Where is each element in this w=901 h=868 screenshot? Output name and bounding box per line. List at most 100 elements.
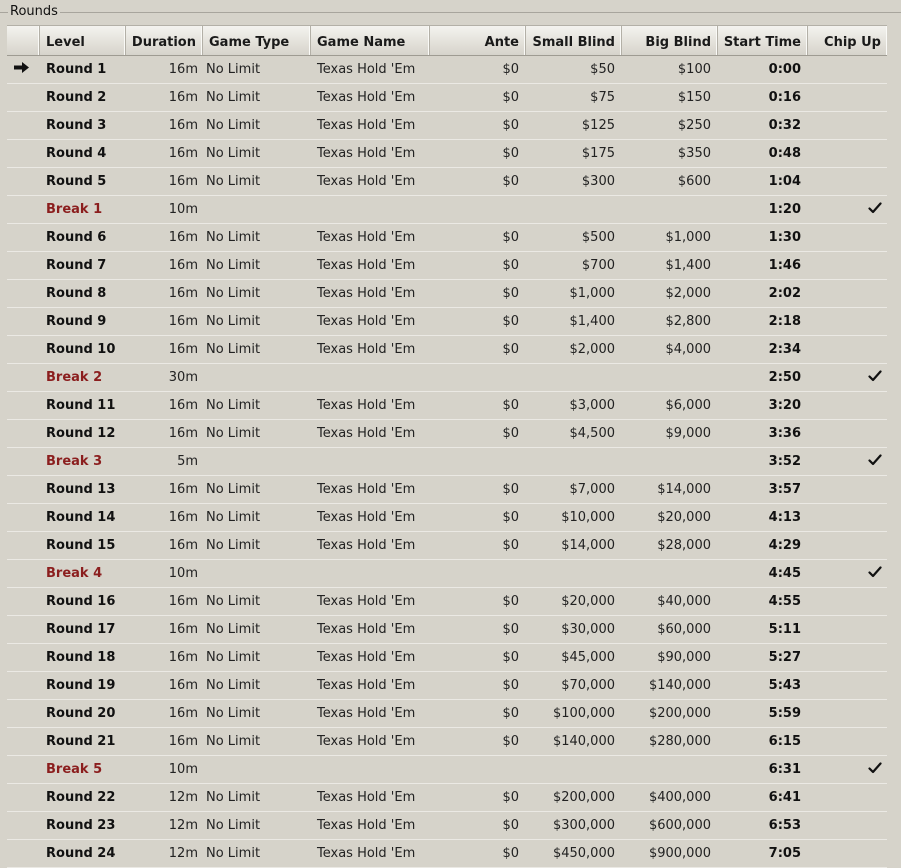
level-cell: Break 4 [46,566,103,581]
header-big-blind[interactable]: Big Blind [622,26,718,55]
big-blind-cell: $400,000 [648,790,711,805]
row-indicator [7,196,40,223]
small-blind-cell: $45,000 [561,650,615,665]
small-blind-cell [526,364,622,391]
round-row[interactable]: Round 22 12m No Limit Texas Hold 'Em $0 $200,… [7,784,887,812]
break-row[interactable]: Break 4 10m 4:45 [7,560,887,588]
ante-cell: $0 [502,510,519,525]
game-type-cell: No Limit [206,314,261,329]
round-row[interactable]: Round 10 16m No Limit Texas Hold 'Em $0 $2,00… [7,336,887,364]
level-cell: Round 13 [46,482,116,497]
game-name-cell: Texas Hold 'Em [317,118,416,133]
break-row[interactable]: Break 1 10m 1:20 [7,196,887,224]
ante-cell: $0 [502,258,519,273]
checkmark-icon [868,761,882,778]
start-time-cell: 3:52 [768,454,801,469]
start-time-cell: 0:00 [768,62,801,77]
duration-cell: 16m [168,538,198,553]
round-row[interactable]: Round 12 16m No Limit Texas Hold 'Em $0 $4,50… [7,420,887,448]
game-name-cell: Texas Hold 'Em [317,594,416,609]
chip-up-cell [808,700,887,727]
chip-up-cell [808,252,887,279]
big-blind-cell: $1,400 [665,258,712,273]
chip-up-cell [808,56,887,83]
row-indicator [7,392,40,419]
header-indicator[interactable] [7,26,40,55]
header-start-time[interactable]: Start Time [718,26,808,55]
ante-cell: $0 [502,594,519,609]
game-name-cell: Texas Hold 'Em [317,90,416,105]
level-cell: Round 19 [46,678,116,693]
round-row[interactable]: Round 4 16m No Limit Texas Hold 'Em $0 $175 $3… [7,140,887,168]
round-row[interactable]: Round 13 16m No Limit Texas Hold 'Em $0 $7,00… [7,476,887,504]
round-row[interactable]: Round 17 16m No Limit Texas Hold 'Em $0 $30,0… [7,616,887,644]
duration-cell: 10m [168,762,198,777]
round-row[interactable]: Round 18 16m No Limit Texas Hold 'Em $0 $45,0… [7,644,887,672]
row-indicator [7,56,40,83]
round-row[interactable]: Round 8 16m No Limit Texas Hold 'Em $0 $1,000… [7,280,887,308]
rounds-table[interactable]: Level Duration Game Type Game Name Ante … [7,25,887,868]
game-type-cell: No Limit [206,146,261,161]
header-level[interactable]: Level [40,26,126,55]
big-blind-cell: $6,000 [665,398,712,413]
round-row[interactable]: Round 21 16m No Limit Texas Hold 'Em $0 $140,… [7,728,887,756]
big-blind-cell: $150 [677,90,711,105]
header-duration[interactable]: Duration [126,26,203,55]
chip-up-cell [808,336,887,363]
level-cell: Round 3 [46,118,107,133]
level-cell: Round 10 [46,342,116,357]
round-row[interactable]: Round 14 16m No Limit Texas Hold 'Em $0 $10,0… [7,504,887,532]
start-time-cell: 2:50 [768,370,801,385]
game-type-cell: No Limit [206,174,261,189]
ante-cell: $0 [502,62,519,77]
duration-cell: 16m [168,482,198,497]
start-time-cell: 3:36 [768,426,801,441]
round-row[interactable]: Round 1 16m No Limit Texas Hold 'Em $0 $50 $10… [7,56,887,84]
game-type-cell: No Limit [206,846,261,861]
break-row[interactable]: Break 5 10m 6:31 [7,756,887,784]
ante-cell: $0 [502,482,519,497]
round-row[interactable]: Round 20 16m No Limit Texas Hold 'Em $0 $100,… [7,700,887,728]
duration-cell: 5m [177,454,198,469]
round-row[interactable]: Round 5 16m No Limit Texas Hold 'Em $0 $300 $6… [7,168,887,196]
start-time-cell: 0:48 [768,146,801,161]
round-row[interactable]: Round 3 16m No Limit Texas Hold 'Em $0 $125 $2… [7,112,887,140]
header-chip-up[interactable]: Chip Up [808,26,887,55]
round-row[interactable]: Round 2 16m No Limit Texas Hold 'Em $0 $75 $15… [7,84,887,112]
small-blind-cell: $140,000 [552,734,615,749]
game-name-cell: Texas Hold 'Em [317,258,416,273]
round-row[interactable]: Round 6 16m No Limit Texas Hold 'Em $0 $500 $1… [7,224,887,252]
row-indicator [7,840,40,867]
row-indicator [7,140,40,167]
header-game-name[interactable]: Game Name [311,26,430,55]
round-row[interactable]: Round 11 16m No Limit Texas Hold 'Em $0 $3,00… [7,392,887,420]
header-game-type[interactable]: Game Type [203,26,311,55]
row-indicator [7,504,40,531]
big-blind-cell: $600 [677,174,711,189]
duration-cell: 16m [168,510,198,525]
round-row[interactable]: Round 19 16m No Limit Texas Hold 'Em $0 $70,0… [7,672,887,700]
row-indicator [7,168,40,195]
break-row[interactable]: Break 2 30m 2:50 [7,364,887,392]
small-blind-cell: $100,000 [552,706,615,721]
level-cell: Round 12 [46,426,116,441]
level-cell: Round 18 [46,650,116,665]
round-row[interactable]: Round 7 16m No Limit Texas Hold 'Em $0 $700 $1… [7,252,887,280]
row-indicator [7,112,40,139]
game-name-cell: Texas Hold 'Em [317,230,416,245]
header-ante[interactable]: Ante [430,26,526,55]
game-name-cell [311,196,430,223]
round-row[interactable]: Round 23 12m No Limit Texas Hold 'Em $0 $300,… [7,812,887,840]
chip-up-cell [808,756,887,783]
game-name-cell: Texas Hold 'Em [317,286,416,301]
round-row[interactable]: Round 16 16m No Limit Texas Hold 'Em $0 $20,0… [7,588,887,616]
round-row[interactable]: Round 15 16m No Limit Texas Hold 'Em $0 $14,0… [7,532,887,560]
game-type-cell: No Limit [206,706,261,721]
level-cell: Round 17 [46,622,116,637]
break-row[interactable]: Break 3 5m 3:52 [7,448,887,476]
round-row[interactable]: Round 24 12m No Limit Texas Hold 'Em $0 $450,… [7,840,887,868]
ante-cell [430,364,526,391]
round-row[interactable]: Round 9 16m No Limit Texas Hold 'Em $0 $1,400… [7,308,887,336]
header-small-blind[interactable]: Small Blind [526,26,622,55]
level-cell: Round 4 [46,146,107,161]
